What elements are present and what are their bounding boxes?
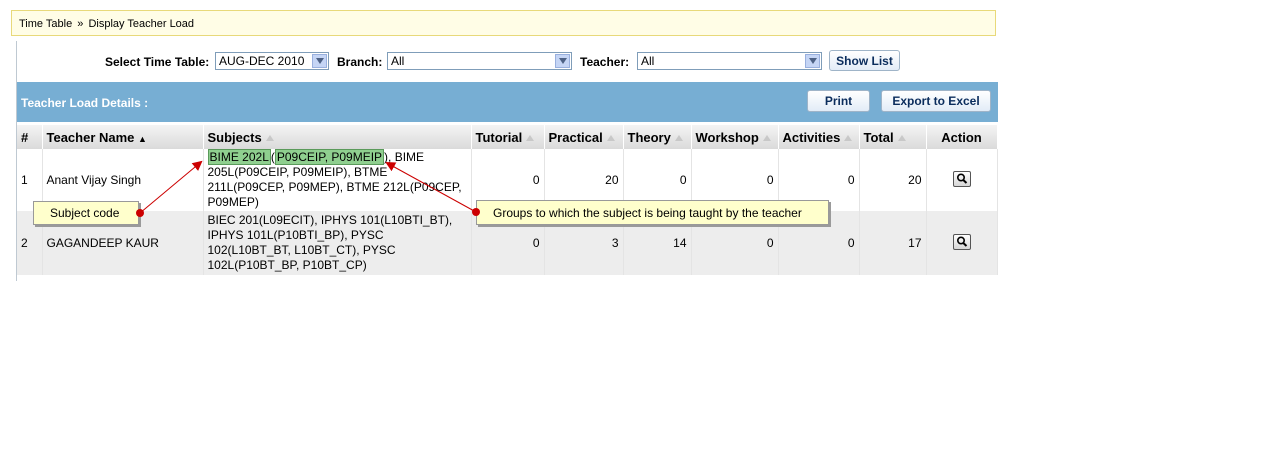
sort-icon <box>762 135 771 142</box>
view-details-button[interactable] <box>952 233 971 250</box>
breadcrumb-timetable-link[interactable]: Time Table <box>19 18 72 30</box>
filter-bar: Select Time Table: AUG-DEC 2010 Branch: … <box>17 41 998 81</box>
col-header-num: # <box>17 125 43 149</box>
timetable-select[interactable]: AUG-DEC 2010 <box>215 52 329 70</box>
branch-select[interactable]: All <box>387 52 572 70</box>
cell-total: 17 <box>859 211 927 275</box>
sort-icon <box>674 135 683 142</box>
print-button[interactable]: Print <box>807 90 870 112</box>
sort-icon <box>526 135 535 142</box>
panel-title: Teacher Load Details : <box>21 96 149 110</box>
cell-action <box>926 211 998 275</box>
cell-action <box>926 149 998 211</box>
cell-subjects: BIEC 201(L09ECIT), IPHYS 101(L10BTI_BT),… <box>203 211 472 275</box>
show-list-button[interactable]: Show List <box>829 50 900 71</box>
timetable-select-value: AUG-DEC 2010 <box>219 54 305 68</box>
groups-callout: Groups to which the subject is being tau… <box>476 200 829 225</box>
magnifier-icon <box>956 172 967 184</box>
col-header-total[interactable]: Total <box>859 125 927 149</box>
magnifier-icon <box>956 235 967 247</box>
subject-groups-highlight: P09CEIP, P09MEIP <box>274 149 385 165</box>
branch-select-value: All <box>391 54 405 68</box>
col-header-workshop[interactable]: Workshop <box>691 125 779 149</box>
cell-subjects: BIME 202L(P09CEIP, P09MEIP), BIME 205L(P… <box>203 149 472 211</box>
subject-code-highlight: BIME 202L <box>207 149 271 165</box>
sort-ascending-icon: ▲ <box>138 133 147 144</box>
teacher-label: Teacher: <box>580 55 630 69</box>
teacher-select[interactable]: All <box>637 52 822 70</box>
subject-code-callout: Subject code <box>33 201 139 225</box>
breadcrumb-current: Display Teacher Load <box>88 18 195 30</box>
export-excel-button[interactable]: Export to Excel <box>881 90 991 112</box>
chevron-down-icon[interactable] <box>312 54 327 68</box>
chevron-down-icon[interactable] <box>555 54 570 68</box>
col-header-tutorial[interactable]: Tutorial <box>471 125 545 149</box>
col-header-teacher-name[interactable]: Teacher Name ▲ <box>42 125 204 149</box>
cell-total: 20 <box>859 149 927 211</box>
sort-icon <box>265 135 274 142</box>
teacher-select-value: All <box>641 54 655 68</box>
chevron-down-icon[interactable] <box>805 54 820 68</box>
timetable-label: Select Time Table: <box>105 55 210 69</box>
panel-header: Teacher Load Details : Print Export to E… <box>17 82 998 122</box>
table-header-row: # Teacher Name ▲ Subjects Tutorial Pract… <box>17 125 998 149</box>
col-header-action: Action <box>926 125 998 149</box>
sort-icon <box>606 135 615 142</box>
sort-icon <box>897 135 906 142</box>
teacher-load-panel: Select Time Table: AUG-DEC 2010 Branch: … <box>16 41 998 281</box>
col-header-theory[interactable]: Theory <box>623 125 692 149</box>
col-header-activities[interactable]: Activities <box>778 125 860 149</box>
col-header-subjects[interactable]: Subjects <box>203 125 472 149</box>
branch-label: Branch: <box>337 55 383 69</box>
breadcrumb: Time Table » Display Teacher Load <box>11 10 996 36</box>
sort-icon <box>844 135 853 142</box>
view-details-button[interactable] <box>952 170 971 187</box>
col-header-practical[interactable]: Practical <box>544 125 624 149</box>
breadcrumb-separator: » <box>77 18 84 30</box>
